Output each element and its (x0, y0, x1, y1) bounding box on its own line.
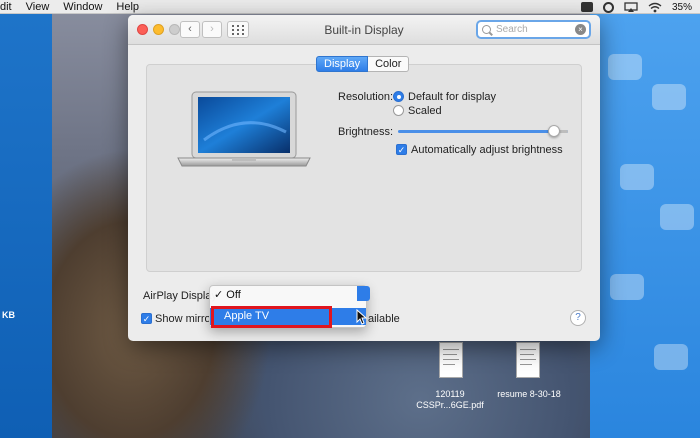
search-field[interactable]: Search × (476, 20, 591, 39)
macbook-illustration (177, 91, 311, 167)
menu-extras: 35% (580, 0, 692, 14)
blurred-tile (654, 344, 688, 370)
right-background-panel (590, 14, 700, 438)
file-label[interactable]: resume 8-30-18 (488, 389, 570, 400)
airplay-icon[interactable] (624, 1, 638, 13)
help-button[interactable]: ? (570, 310, 586, 326)
record-icon[interactable] (602, 1, 614, 13)
show-mirroring-label: Show mirror (155, 313, 215, 325)
pdf-file-icon[interactable] (439, 342, 463, 378)
menu-edit[interactable]: dit (0, 1, 12, 13)
left-size-label: KB (2, 310, 15, 320)
menu-item-off-label: Off (226, 289, 241, 301)
file-name-line1: resume 8-30-18 (497, 389, 561, 399)
menu-view[interactable]: View (26, 1, 50, 13)
checkmark-icon: ✓ (214, 289, 227, 301)
blurred-tile (660, 204, 694, 230)
airplay-display-label: AirPlay Display (143, 290, 217, 302)
file-label[interactable]: 120119 CSSPr...6GE.pdf (405, 389, 495, 411)
auto-brightness-label: Automatically adjust brightness (411, 144, 563, 156)
brightness-slider-track[interactable] (398, 130, 568, 133)
blurred-tile (608, 54, 642, 80)
radio-scaled-label: Scaled (408, 105, 442, 117)
blurred-tile (620, 164, 654, 190)
camera-icon[interactable] (580, 2, 593, 12)
file-name-line2: CSSPr...6GE.pdf (416, 400, 484, 410)
blurred-tile (652, 84, 686, 110)
popup-chevron-icon[interactable] (357, 286, 370, 301)
radio-scaled[interactable] (393, 105, 404, 116)
search-placeholder: Search (496, 24, 528, 35)
tab-bar: Display Color (316, 56, 410, 72)
tab-color[interactable]: Color (368, 56, 410, 72)
mouse-cursor-icon (356, 309, 368, 325)
title-bar: ‹ › Built-in Display Search × (128, 15, 600, 45)
menu-bar: dit View Window Help 35% (0, 0, 700, 14)
menu-item-off[interactable]: ✓ Off (210, 287, 366, 304)
resolution-label: Resolution: (338, 91, 394, 103)
annotation-highlight-box (211, 306, 332, 328)
left-sidebar-strip: KB (0, 14, 52, 438)
document-file-icon[interactable] (516, 342, 540, 378)
menu-help[interactable]: Help (116, 1, 139, 13)
battery-percentage[interactable]: 35% (672, 2, 692, 13)
show-mirroring-label-end: ailable (368, 313, 400, 325)
wifi-icon[interactable] (648, 2, 662, 13)
brightness-label: Brightness: (338, 126, 394, 138)
show-mirroring-checkbox[interactable]: ✓ (141, 313, 152, 324)
tab-display[interactable]: Display (316, 56, 369, 72)
search-icon (482, 25, 491, 34)
radio-default-label: Default for display (408, 91, 497, 103)
clear-search-icon[interactable]: × (575, 24, 586, 35)
auto-brightness-checkbox[interactable]: ✓ (396, 144, 407, 155)
radio-default-for-display[interactable] (393, 91, 404, 102)
menu-window[interactable]: Window (63, 1, 102, 13)
file-name-line1: 120119 (435, 389, 465, 399)
blurred-tile (610, 274, 644, 300)
